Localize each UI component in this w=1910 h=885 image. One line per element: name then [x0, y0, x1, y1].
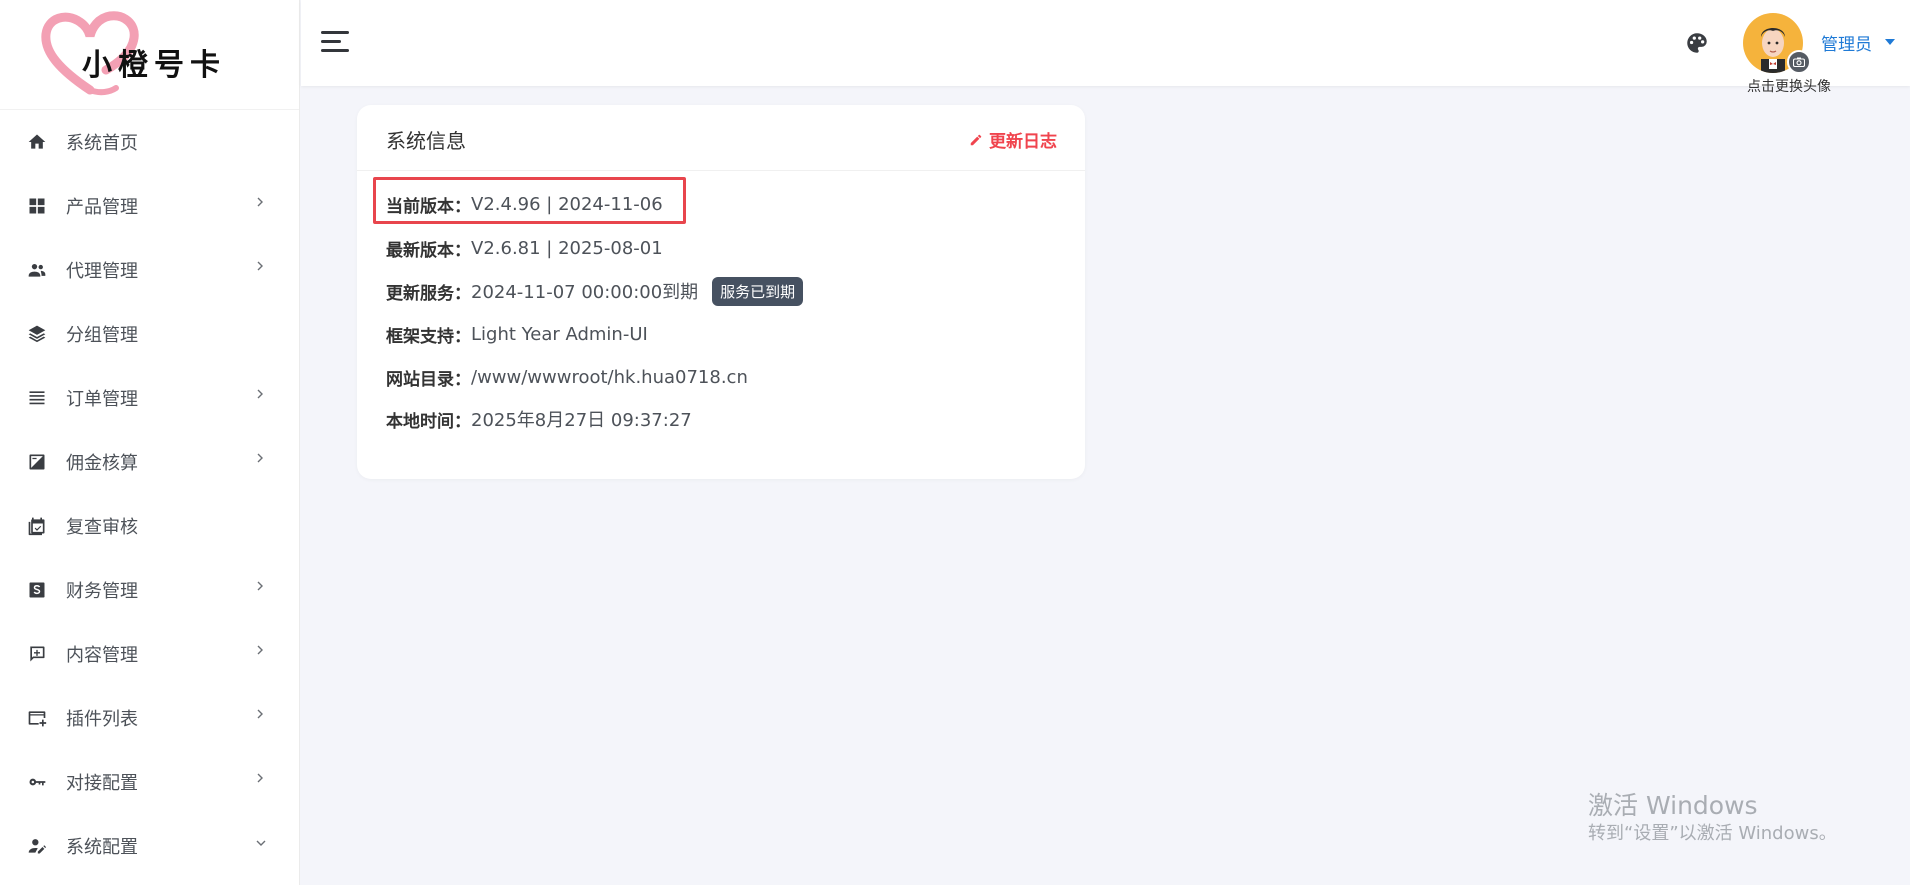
menu-toggle-icon[interactable] — [321, 31, 349, 53]
sidebar-item-label: 产品管理 — [66, 197, 138, 218]
sidebar-item[interactable]: 分组管理 — [0, 302, 299, 366]
sidebar-item[interactable]: 财务管理 — [0, 558, 299, 622]
changelog-link[interactable]: 更新日志 — [969, 127, 1057, 152]
avatar-caption[interactable]: 点击更换头像 — [1724, 76, 1854, 96]
info-row-framework: 框架支持： Light Year Admin-UI — [386, 320, 648, 348]
chevron-right-icon — [256, 196, 264, 211]
list-icon — [26, 387, 48, 409]
sidebar-item[interactable]: 订单管理 — [0, 366, 299, 430]
info-value: V2.6.81 | 2025-08-01 — [471, 237, 663, 259]
calculator-icon — [26, 451, 48, 473]
user-menu[interactable]: 管理员 — [1821, 30, 1872, 55]
message-plus-icon — [26, 643, 48, 665]
info-value: Light Year Admin-UI — [471, 323, 648, 345]
sidebar-item-label: 系统首页 — [66, 133, 138, 154]
sidebar-item[interactable]: 插件列表 — [0, 686, 299, 750]
sidebar-item[interactable]: 系统首页 — [0, 110, 299, 174]
dollar-icon — [26, 579, 48, 601]
users-icon — [26, 259, 48, 281]
chevron-down-icon — [256, 836, 266, 851]
sidebar-item-label: 分组管理 — [66, 325, 138, 346]
info-key: 框架支持： — [386, 326, 471, 347]
sidebar-item[interactable]: 复查审核 — [0, 494, 299, 558]
user-edit-icon — [26, 835, 48, 857]
activation-watermark-subtitle: 转到“设置”以激活 Windows。 — [1588, 823, 1837, 844]
info-row-latest-version: 最新版本： V2.6.81 | 2025-08-01 — [386, 234, 663, 262]
sidebar-item-label: 财务管理 — [66, 581, 138, 602]
info-row-update-service: 更新服务： 2024-11-07 00:00:00到期 服务已到期 — [386, 276, 804, 306]
chevron-right-icon — [256, 388, 264, 403]
layers-icon — [26, 323, 48, 345]
sidebar-item-label: 代理管理 — [66, 261, 138, 282]
info-value: 2025年8月27日 09:37:27 — [471, 410, 692, 431]
top-header: 点击更换头像 管理员 — [301, 0, 1910, 95]
palette-icon[interactable] — [1684, 30, 1710, 56]
sidebar-nav: 系统首页产品管理代理管理分组管理订单管理佣金核算复查审核财务管理内容管理插件列表… — [0, 110, 299, 878]
chevron-right-icon — [256, 580, 264, 595]
sidebar-item-label: 佣金核算 — [66, 453, 138, 474]
home-icon — [26, 131, 48, 153]
chevron-right-icon — [256, 708, 264, 723]
caret-down-icon[interactable] — [1885, 39, 1895, 45]
info-key: 本地时间： — [386, 411, 471, 432]
system-info-card: 系统信息 更新日志 当前版本： V2.4.96 | 2024-11-06 最新版… — [357, 105, 1085, 479]
sidebar-item[interactable]: 系统配置 — [0, 814, 299, 878]
chevron-right-icon — [256, 644, 264, 659]
sidebar-item[interactable]: 内容管理 — [0, 622, 299, 686]
sidebar-item[interactable]: 产品管理 — [0, 174, 299, 238]
info-key: 网站目录： — [386, 369, 471, 390]
logo-text: 小橙号卡 — [82, 48, 226, 83]
calendar-check-icon — [26, 515, 48, 537]
card-title: 系统信息 — [386, 129, 466, 153]
chevron-right-icon — [256, 772, 264, 787]
key-icon — [26, 771, 48, 793]
card-plus-icon — [26, 707, 48, 729]
chevron-right-icon — [256, 452, 264, 467]
sidebar: 小橙号卡 系统首页产品管理代理管理分组管理订单管理佣金核算复查审核财务管理内容管… — [0, 0, 300, 885]
info-key: 更新服务： — [386, 283, 471, 304]
sidebar-item[interactable]: 对接配置 — [0, 750, 299, 814]
changelog-label: 更新日志 — [989, 132, 1057, 152]
info-value: /www/wwwroot/hk.hua0718.cn — [471, 366, 748, 388]
sidebar-item-label: 系统配置 — [66, 837, 138, 858]
info-row-site-directory: 网站目录： /www/wwwroot/hk.hua0718.cn — [386, 363, 748, 391]
chevron-right-icon — [256, 260, 264, 275]
sidebar-item-label: 复查审核 — [66, 517, 138, 538]
sidebar-item[interactable]: 代理管理 — [0, 238, 299, 302]
info-key: 最新版本： — [386, 240, 471, 261]
sidebar-item-label: 插件列表 — [66, 709, 138, 730]
sidebar-item[interactable]: 佣金核算 — [0, 430, 299, 494]
sidebar-item-label: 对接配置 — [66, 773, 138, 794]
info-value: 2024-11-07 00:00:00到期 — [471, 282, 699, 303]
card-header: 系统信息 更新日志 — [357, 105, 1085, 171]
brand-logo[interactable]: 小橙号卡 — [0, 0, 299, 110]
sidebar-item-label: 订单管理 — [66, 389, 138, 410]
status-badge: 服务已到期 — [712, 276, 804, 306]
camera-icon[interactable] — [1787, 50, 1811, 74]
grid-icon — [26, 195, 48, 217]
pencil-icon — [970, 134, 982, 145]
sidebar-item-label: 内容管理 — [66, 645, 138, 666]
highlight-box — [373, 177, 686, 224]
info-row-local-time: 本地时间： 2025年8月27日 09:37:27 — [386, 405, 692, 433]
activation-watermark-title: 激活 Windows — [1588, 791, 1758, 820]
